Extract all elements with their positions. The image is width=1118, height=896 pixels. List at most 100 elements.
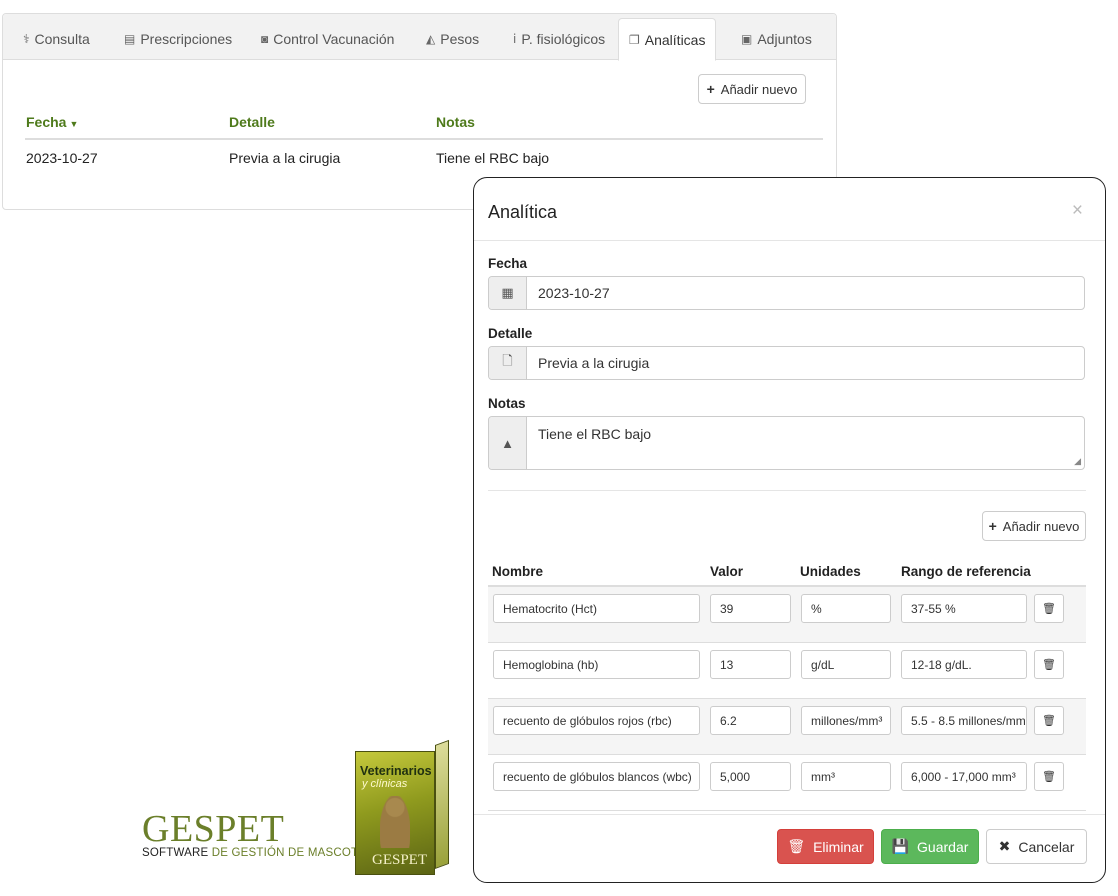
column-header-detalle[interactable]: Detalle bbox=[229, 114, 275, 130]
unidades-input[interactable]: millones/mm³ bbox=[801, 706, 891, 735]
header-divider bbox=[25, 138, 823, 140]
valor-input[interactable]: 5,000 bbox=[710, 762, 791, 791]
grid-header-rango: Rango de referencia bbox=[901, 564, 1031, 579]
calendar-icon: ▦ bbox=[489, 277, 527, 309]
save-label: Guardar bbox=[917, 838, 969, 855]
detalle-field[interactable]: 🗋 Previa a la cirugia bbox=[488, 346, 1085, 380]
row-fecha[interactable]: 2023-10-27 bbox=[26, 150, 98, 166]
file-image-icon: ▣ bbox=[741, 32, 753, 46]
tab-bar: ⚕ Consulta ▤ Prescripciones ◙ Control Vacun… bbox=[3, 14, 836, 61]
nombre-input[interactable]: recuento de glóbulos rojos (rbc) bbox=[493, 706, 700, 735]
column-header-notas[interactable]: Notas bbox=[436, 114, 475, 130]
modal-title: Analítica bbox=[488, 202, 558, 222]
cancel-label: Cancelar bbox=[1018, 838, 1075, 855]
fecha-label: Fecha bbox=[488, 256, 528, 271]
floppy-disk-icon: 💾 bbox=[891, 838, 910, 854]
grid-header-valor: Valor bbox=[710, 564, 744, 579]
add-result-button[interactable]: + Añadir nuevo bbox=[982, 511, 1086, 541]
valor-input[interactable]: 6.2 bbox=[710, 706, 791, 735]
stethoscope-icon: ⚕ bbox=[23, 32, 30, 46]
add-button-label: Añadir nuevo bbox=[720, 81, 798, 97]
rango-input[interactable]: 37-55 % bbox=[901, 594, 1027, 623]
nombre-input[interactable]: recuento de glóbulos blancos (wbc) bbox=[493, 762, 700, 791]
tagline-part: DE GESTIÓN DE MASCOTAS bbox=[211, 847, 374, 859]
tab-prescripciones[interactable]: ▤ Prescripciones bbox=[114, 18, 242, 60]
notas-label: Notas bbox=[488, 396, 526, 411]
box-logo: GESPET bbox=[372, 852, 428, 868]
unidades-input[interactable]: mm³ bbox=[801, 762, 891, 791]
notas-field[interactable]: ▲ Tiene el RBC bajo ◢ bbox=[488, 416, 1085, 470]
modal-footer-divider bbox=[474, 814, 1105, 815]
tab-adjuntos[interactable]: ▣ Adjuntos bbox=[731, 18, 822, 60]
area-chart-icon: ◭ bbox=[426, 32, 436, 46]
notas-textarea[interactable]: Tiene el RBC bajo bbox=[527, 417, 1084, 469]
resize-grip-icon[interactable]: ◢ bbox=[1074, 456, 1081, 467]
plus-icon: + bbox=[988, 518, 997, 534]
plus-icon: + bbox=[706, 81, 715, 97]
rango-input[interactable]: 6,000 - 17,000 mm³ bbox=[901, 762, 1027, 791]
tab-label: Analíticas bbox=[644, 31, 706, 48]
result-row: recuento de glóbulos blancos (wbc) 5,000… bbox=[488, 755, 1086, 811]
add-button-label: Añadir nuevo bbox=[1002, 518, 1080, 534]
tab-label: P. fisiológicos bbox=[521, 31, 606, 47]
tab-consulta[interactable]: ⚕ Consulta bbox=[13, 18, 100, 60]
trash-icon[interactable]: 🗑 bbox=[1034, 594, 1064, 623]
x-icon: ✖ bbox=[998, 838, 1011, 854]
trash-icon[interactable]: 🗑 bbox=[1034, 650, 1064, 679]
box-title: Veterinarios bbox=[360, 764, 432, 778]
tab-pesos[interactable]: ◭ Pesos bbox=[416, 18, 489, 60]
box-front: Veterinarios y clínicas GESPET bbox=[355, 751, 435, 875]
thermometer-icon: ⅰ bbox=[513, 32, 517, 46]
form-divider bbox=[488, 490, 1086, 491]
product-box-image: Veterinarios y clínicas GESPET bbox=[355, 739, 449, 875]
tab-label: Adjuntos bbox=[757, 31, 812, 47]
grid-header-unidades: Unidades bbox=[800, 564, 861, 579]
trash-icon[interactable]: 🗑 bbox=[1034, 706, 1064, 735]
detalle-input[interactable]: Previa a la cirugia bbox=[527, 347, 1084, 379]
delete-button[interactable]: 🗑 Eliminar bbox=[777, 829, 874, 864]
add-analitica-button[interactable]: + Añadir nuevo bbox=[698, 74, 806, 104]
warning-icon: ▲ bbox=[489, 417, 527, 469]
box-side bbox=[435, 739, 449, 869]
trash-icon: 🗑 bbox=[787, 838, 806, 854]
close-icon[interactable]: × bbox=[1072, 200, 1083, 222]
result-row: Hematocrito (Hct) 39 % 37-55 % 🗑 bbox=[488, 587, 1086, 643]
sort-caret-icon: ▼ bbox=[69, 119, 79, 129]
gespet-logo: GESPET SOFTWARE DE GESTIÓN DE MASCOTAS bbox=[142, 810, 373, 859]
nombre-input[interactable]: Hematocrito (Hct) bbox=[493, 594, 700, 623]
camera-icon: ◙ bbox=[261, 32, 269, 46]
cat-illustration bbox=[380, 796, 410, 848]
unidades-input[interactable]: g/dL bbox=[801, 650, 891, 679]
tab-control-vacunacion[interactable]: ◙ Control Vacunación bbox=[251, 18, 404, 60]
valor-input[interactable]: 39 bbox=[710, 594, 791, 623]
row-notas[interactable]: Tiene el RBC bajo bbox=[436, 150, 549, 166]
fecha-field[interactable]: ▦ 2023-10-27 bbox=[488, 276, 1085, 310]
file-icon: 🗋 bbox=[489, 347, 527, 379]
cancel-button[interactable]: ✖ Cancelar bbox=[986, 829, 1087, 864]
delete-label: Eliminar bbox=[813, 838, 864, 855]
tab-analiticas[interactable]: ❐ Analíticas bbox=[618, 18, 717, 61]
tab-label: Control Vacunación bbox=[273, 31, 395, 47]
row-detalle[interactable]: Previa a la cirugia bbox=[229, 150, 340, 166]
column-header-fecha[interactable]: Fecha ▼ bbox=[26, 114, 78, 130]
save-button[interactable]: 💾 Guardar bbox=[881, 829, 979, 864]
prescription-icon: ▤ bbox=[124, 32, 136, 46]
tab-label: Prescripciones bbox=[140, 31, 233, 47]
copy-icon: ❐ bbox=[629, 32, 640, 47]
tagline-part: SOFTWARE bbox=[142, 847, 212, 859]
rango-input[interactable]: 12-18 g/dL. bbox=[901, 650, 1027, 679]
trash-icon[interactable]: 🗑 bbox=[1034, 762, 1064, 791]
column-label: Fecha bbox=[26, 114, 67, 130]
tab-label: Consulta bbox=[34, 31, 90, 47]
tab-p-fisiologicos[interactable]: ⅰ P. fisiológicos bbox=[503, 18, 615, 60]
result-row: recuento de glóbulos rojos (rbc) 6.2 mil… bbox=[488, 699, 1086, 755]
modal-header-divider bbox=[474, 240, 1105, 241]
valor-input[interactable]: 13 bbox=[710, 650, 791, 679]
rango-input[interactable]: 5.5 - 8.5 millones/mm³ bbox=[901, 706, 1027, 735]
analitica-modal: Analítica × Fecha ▦ 2023-10-27 Detalle 🗋… bbox=[473, 177, 1106, 883]
unidades-input[interactable]: % bbox=[801, 594, 891, 623]
grid-header-nombre: Nombre bbox=[492, 564, 544, 579]
fecha-input[interactable]: 2023-10-27 bbox=[527, 277, 1084, 309]
detalle-label: Detalle bbox=[488, 326, 533, 341]
nombre-input[interactable]: Hemoglobina (hb) bbox=[493, 650, 700, 679]
